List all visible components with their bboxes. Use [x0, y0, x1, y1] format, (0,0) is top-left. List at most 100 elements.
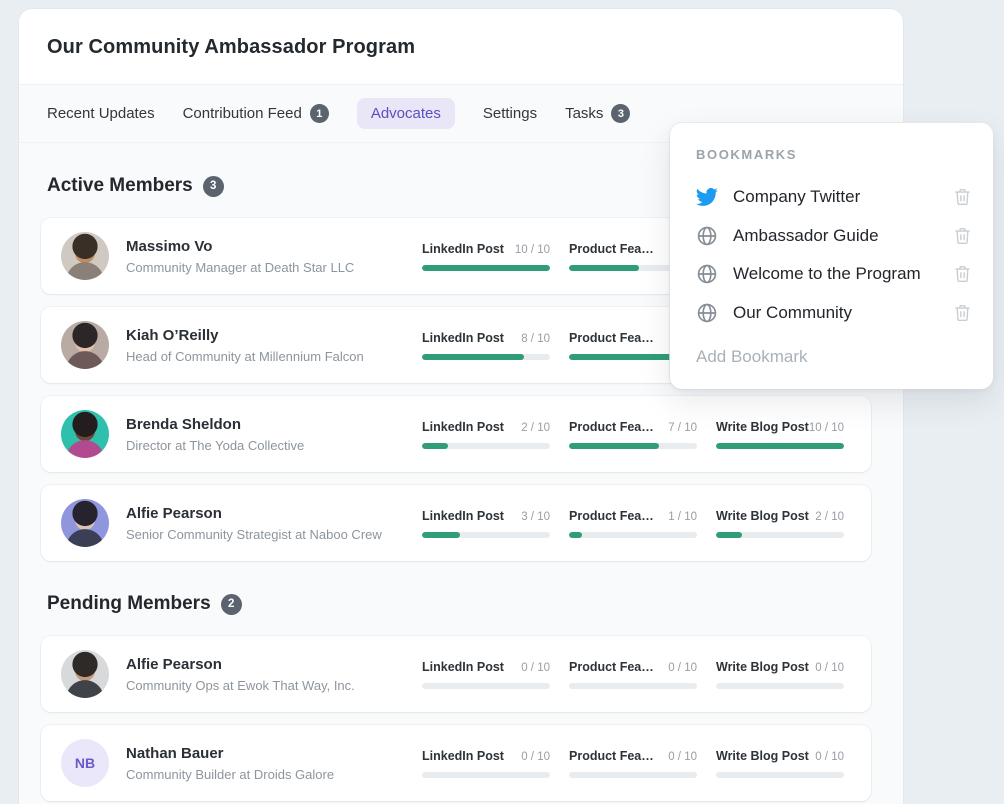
member-name: Nathan Bauer [126, 745, 422, 762]
bookmark-item[interactable]: Ambassador Guide [696, 217, 971, 256]
progress-bar-track [422, 265, 550, 271]
task-label: Product Fea… [569, 331, 654, 345]
tab-label: Contribution Feed [183, 105, 302, 122]
task-progress: LinkedIn Post 0 / 10 [422, 749, 550, 778]
bookmark-label: Welcome to the Program [733, 264, 921, 284]
task-value: 0 / 10 [521, 751, 550, 763]
task-label: Product Fea… [569, 660, 654, 674]
trash-icon[interactable] [954, 265, 971, 283]
task-label: Product Fea… [569, 420, 654, 434]
bookmark-label: Company Twitter [733, 187, 860, 207]
task-value: 10 / 10 [809, 422, 844, 434]
progress-bar-track [422, 443, 550, 449]
progress-bar-track [422, 532, 550, 538]
task-label: Write Blog Post [716, 509, 809, 523]
twitter-icon [696, 186, 718, 208]
tab-contribution-feed[interactable]: Contribution Feed 1 [183, 97, 329, 130]
bookmarks-list: Company Twitter Ambassador Guide Welcome… [696, 178, 971, 332]
avatar-photo [61, 321, 109, 369]
section-count-badge: 3 [203, 176, 224, 197]
task-progress-group: LinkedIn Post 2 / 10 Product Fea… 7 / 10… [422, 420, 845, 449]
task-value: 1 / 10 [668, 511, 697, 523]
trash-icon[interactable] [954, 188, 971, 206]
bookmark-item[interactable]: Welcome to the Program [696, 255, 971, 294]
task-progress-group: LinkedIn Post 0 / 10 Product Fea… 0 / 10… [422, 660, 845, 689]
task-value: 0 / 10 [521, 662, 550, 674]
member-role: Director at The Yoda Collective [126, 438, 422, 453]
task-label: LinkedIn Post [422, 420, 504, 434]
task-label: Product Fea… [569, 749, 654, 763]
avatar-photo [61, 650, 109, 698]
member-card[interactable]: NB Nathan Bauer Community Builder at Dro… [41, 725, 871, 801]
bookmarks-panel: BOOKMARKS Company Twitter Ambassador Gui… [670, 123, 993, 389]
task-progress: Write Blog Post 0 / 10 [716, 660, 844, 689]
progress-bar-track [569, 443, 697, 449]
task-progress: LinkedIn Post 8 / 10 [422, 331, 550, 360]
member-card[interactable]: Alfie Pearson Community Ops at Ewok That… [41, 636, 871, 712]
section-title: Pending Members [47, 593, 211, 615]
task-value: 0 / 10 [668, 751, 697, 763]
progress-bar-track [716, 683, 844, 689]
tab-label: Advocates [371, 105, 441, 122]
task-progress: Write Blog Post 0 / 10 [716, 749, 844, 778]
member-name: Massimo Vo [126, 238, 422, 255]
member-card[interactable]: Alfie Pearson Senior Community Strategis… [41, 485, 871, 561]
tab-advocates[interactable]: Advocates [357, 98, 455, 129]
progress-bar-track [569, 532, 697, 538]
avatar-photo [61, 499, 109, 547]
avatar-photo [61, 232, 109, 280]
add-bookmark-button[interactable]: Add Bookmark [696, 347, 971, 367]
member-name: Kiah O’Reilly [126, 327, 422, 344]
member-role: Community Ops at Ewok That Way, Inc. [126, 678, 422, 693]
tab-label: Settings [483, 105, 537, 122]
task-progress: Product Fea… 1 / 10 [569, 509, 697, 538]
progress-bar-fill [716, 532, 742, 538]
section-count-badge: 2 [221, 594, 242, 615]
task-progress: Product Fea… 0 / 10 [569, 660, 697, 689]
task-label: LinkedIn Post [422, 660, 504, 674]
task-label: LinkedIn Post [422, 331, 504, 345]
tab-settings[interactable]: Settings [483, 98, 537, 129]
task-label: LinkedIn Post [422, 509, 504, 523]
task-progress: Write Blog Post 2 / 10 [716, 509, 844, 538]
task-progress: LinkedIn Post 10 / 10 [422, 242, 550, 271]
member-card[interactable]: Brenda Sheldon Director at The Yoda Coll… [41, 396, 871, 472]
member-cards: Alfie Pearson Community Ops at Ewok That… [19, 636, 903, 801]
progress-bar-fill [569, 443, 659, 449]
task-value: 2 / 10 [815, 511, 844, 523]
task-value: 3 / 10 [521, 511, 550, 523]
task-progress-group: LinkedIn Post 0 / 10 Product Fea… 0 / 10… [422, 749, 845, 778]
globe-icon [696, 263, 718, 285]
bookmark-item[interactable]: Our Community [696, 294, 971, 333]
trash-icon[interactable] [954, 304, 971, 322]
avatar-initials: NB [61, 739, 109, 787]
progress-bar-fill [569, 265, 639, 271]
task-value: 0 / 10 [815, 751, 844, 763]
progress-bar-fill [569, 532, 582, 538]
trash-icon[interactable] [954, 227, 971, 245]
bookmark-label: Our Community [733, 303, 852, 323]
member-name: Alfie Pearson [126, 505, 422, 522]
progress-bar-fill [422, 354, 524, 360]
tab-recent-updates[interactable]: Recent Updates [47, 98, 155, 129]
task-label: Product Fea… [569, 242, 654, 256]
section-header: Pending Members 2 [47, 593, 875, 615]
task-value: 2 / 10 [521, 422, 550, 434]
task-progress: LinkedIn Post 3 / 10 [422, 509, 550, 538]
task-label: Product Fea… [569, 509, 654, 523]
program-header: Our Community Ambassador Program [19, 9, 903, 85]
globe-icon [696, 302, 718, 324]
progress-bar-track [569, 683, 697, 689]
progress-bar-track [422, 683, 550, 689]
task-label: Write Blog Post [716, 660, 809, 674]
task-value: 10 / 10 [515, 244, 550, 256]
task-progress: LinkedIn Post 0 / 10 [422, 660, 550, 689]
task-label: Write Blog Post [716, 420, 809, 434]
task-progress: Product Fea… 0 / 10 [569, 749, 697, 778]
tab-tasks[interactable]: Tasks 3 [565, 97, 630, 130]
tab-badge: 1 [310, 104, 329, 123]
task-label: Write Blog Post [716, 749, 809, 763]
bookmark-item[interactable]: Company Twitter [696, 178, 971, 217]
progress-bar-fill [422, 443, 448, 449]
tab-badge: 3 [611, 104, 630, 123]
